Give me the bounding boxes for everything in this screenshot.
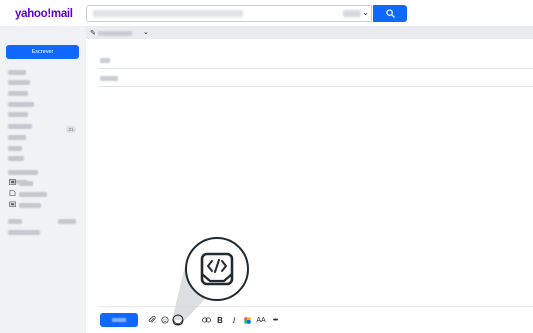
magnified-embed-code-icon — [185, 237, 249, 301]
callout-pointer — [172, 262, 205, 326]
code-embed-icon — [200, 252, 234, 286]
